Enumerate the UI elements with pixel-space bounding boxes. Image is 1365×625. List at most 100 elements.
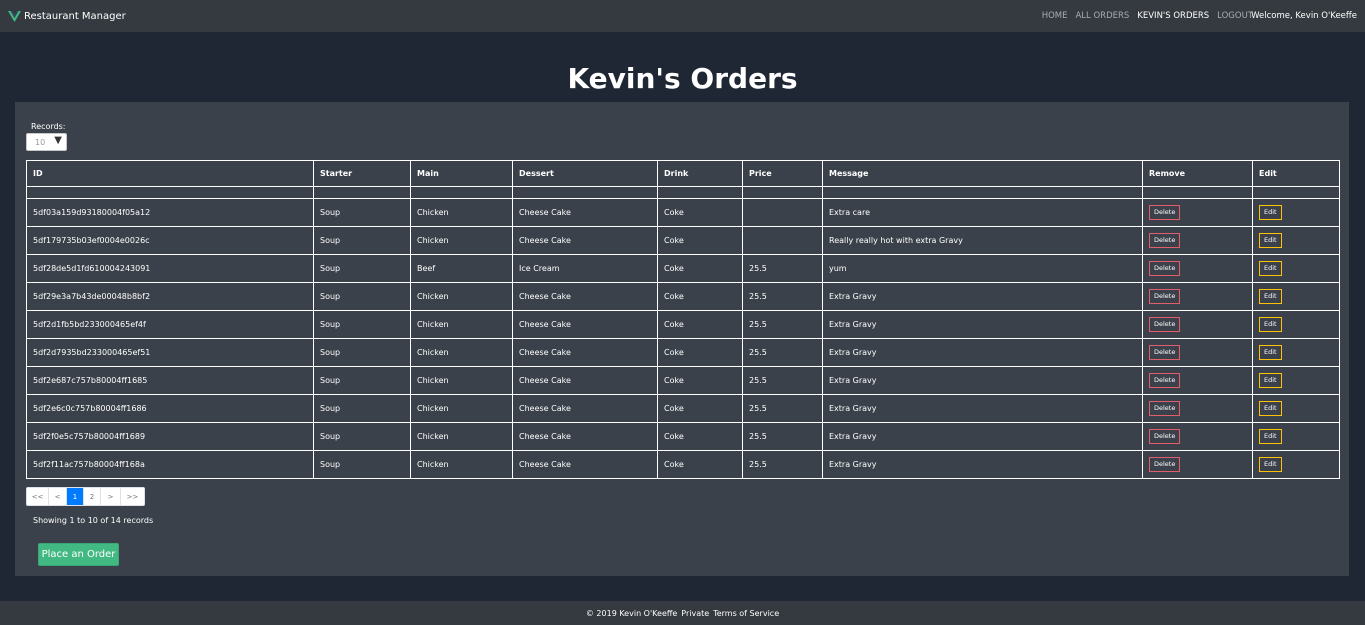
cell-main: Chicken [410, 310, 513, 339]
cell-id: 5df2e6c0c757b80004ff1686 [26, 394, 314, 423]
navbar: Restaurant Manager HOME ALL ORDERS KEVIN… [0, 0, 1365, 32]
next-page-button[interactable]: > [101, 488, 121, 505]
cell-dessert: Cheese Cake [512, 338, 658, 367]
cell-price: 25.5 [742, 282, 823, 311]
caret-down-icon: ▼ [54, 135, 62, 146]
table-spacer-row [26, 186, 1340, 199]
records-summary: Showing 1 to 10 of 14 records [33, 516, 154, 525]
cell-price: 25.5 [742, 450, 823, 479]
delete-button[interactable]: Delete [1149, 233, 1181, 248]
cell-dessert: Cheese Cake [512, 310, 658, 339]
cell-edit: Edit [1252, 450, 1340, 479]
cell-dessert: Cheese Cake [512, 226, 658, 255]
page-2-button[interactable]: 2 [84, 488, 101, 505]
cell-drink: Coke [657, 338, 743, 367]
cell-edit: Edit [1252, 422, 1340, 451]
table-row: 5df2d7935bd233000465ef51 Soup Chicken Chees… [26, 338, 1340, 367]
records-value: 10 [35, 138, 46, 147]
cell-id: 5df2e687c757b80004ff1685 [26, 366, 314, 395]
cell-remove: Delete [1142, 254, 1253, 283]
cell-starter: Soup [313, 422, 411, 451]
cell-starter: Soup [313, 226, 411, 255]
cell-main: Chicken [410, 226, 513, 255]
edit-button[interactable]: Edit [1259, 457, 1282, 472]
prev-page-button[interactable]: < [49, 488, 67, 505]
delete-button[interactable]: Delete [1149, 317, 1181, 332]
cell-price [742, 198, 823, 227]
edit-button[interactable]: Edit [1259, 205, 1282, 220]
cell-starter: Soup [313, 394, 411, 423]
cell-main: Beef [410, 254, 513, 283]
nav-link-logout[interactable]: LOGOUT [1217, 11, 1253, 21]
delete-button[interactable]: Delete [1149, 205, 1181, 220]
cell-message: Really really hot with extra Gravy [822, 226, 1143, 255]
nav-link-home[interactable]: HOME [1042, 11, 1068, 21]
cell-main: Chicken [410, 366, 513, 395]
cell-price: 25.5 [742, 422, 823, 451]
edit-button[interactable]: Edit [1259, 345, 1282, 360]
cell-drink: Coke [657, 394, 743, 423]
edit-button[interactable]: Edit [1259, 317, 1282, 332]
page-title: Kevin's Orders [567, 62, 798, 95]
footer-link-private[interactable]: Private [681, 609, 709, 618]
cell-edit: Edit [1252, 366, 1340, 395]
delete-button[interactable]: Delete [1149, 289, 1181, 304]
edit-button[interactable]: Edit [1259, 233, 1282, 248]
cell-remove: Delete [1142, 226, 1253, 255]
cell-remove: Delete [1142, 422, 1253, 451]
edit-button[interactable]: Edit [1259, 401, 1282, 416]
nav-link-my-orders[interactable]: KEVIN'S ORDERS [1137, 11, 1209, 21]
delete-button[interactable]: Delete [1149, 373, 1181, 388]
delete-button[interactable]: Delete [1149, 457, 1181, 472]
table-row: 5df2e687c757b80004ff1685 Soup Chicken Chees… [26, 366, 1340, 395]
cell-id: 5df2d7935bd233000465ef51 [26, 338, 314, 367]
cell-remove: Delete [1142, 310, 1253, 339]
cell-message: Extra Gravy [822, 282, 1143, 311]
cell-remove: Delete [1142, 366, 1253, 395]
delete-button[interactable]: Delete [1149, 429, 1181, 444]
cell-starter: Soup [313, 198, 411, 227]
table-row: 5df179735b03ef0004e0026c Soup Chicken Chees… [26, 226, 1340, 255]
cell-dessert: Cheese Cake [512, 422, 658, 451]
records-select[interactable]: 10 ▼ [26, 133, 67, 151]
cell-id: 5df2f11ac757b80004ff168a [26, 450, 314, 479]
table-row: 5df2f11ac757b80004ff168a Soup Chicken Chees… [26, 450, 1340, 479]
cell-remove: Delete [1142, 450, 1253, 479]
cell-main: Chicken [410, 282, 513, 311]
last-page-button[interactable]: >> [121, 488, 144, 505]
cell-drink: Coke [657, 226, 743, 255]
cell-starter: Soup [313, 366, 411, 395]
orders-table: ID Starter Main Dessert Drink Price Mess… [26, 160, 1340, 479]
cell-id: 5df28de5d1fd610004243091 [26, 254, 314, 283]
cell-drink: Coke [657, 198, 743, 227]
cell-drink: Coke [657, 254, 743, 283]
first-page-button[interactable]: << [27, 488, 49, 505]
cell-main: Chicken [410, 394, 513, 423]
cell-message: Extra Gravy [822, 310, 1143, 339]
place-order-button[interactable]: Place an Order [38, 543, 119, 566]
footer: © 2019 Kevin O'Keeffe Private Terms of S… [0, 601, 1365, 625]
cell-remove: Delete [1142, 198, 1253, 227]
cell-message: Extra Gravy [822, 422, 1143, 451]
cell-message: Extra Gravy [822, 450, 1143, 479]
cell-drink: Coke [657, 450, 743, 479]
edit-button[interactable]: Edit [1259, 373, 1282, 388]
vue-logo-icon [8, 10, 21, 22]
cell-starter: Soup [313, 338, 411, 367]
delete-button[interactable]: Delete [1149, 261, 1181, 276]
page-1-button[interactable]: 1 [67, 488, 84, 505]
delete-button[interactable]: Delete [1149, 345, 1181, 360]
nav-link-all-orders[interactable]: ALL ORDERS [1075, 11, 1129, 21]
edit-button[interactable]: Edit [1259, 289, 1282, 304]
edit-button[interactable]: Edit [1259, 429, 1282, 444]
brand[interactable]: Restaurant Manager [8, 10, 126, 22]
cell-message: Extra Gravy [822, 338, 1143, 367]
edit-button[interactable]: Edit [1259, 261, 1282, 276]
delete-button[interactable]: Delete [1149, 401, 1181, 416]
footer-link-terms[interactable]: Terms of Service [713, 609, 779, 618]
cell-message: Extra care [822, 198, 1143, 227]
cell-main: Chicken [410, 198, 513, 227]
cell-starter: Soup [313, 282, 411, 311]
cell-price: 25.5 [742, 254, 823, 283]
header-starter: Starter [313, 160, 411, 187]
